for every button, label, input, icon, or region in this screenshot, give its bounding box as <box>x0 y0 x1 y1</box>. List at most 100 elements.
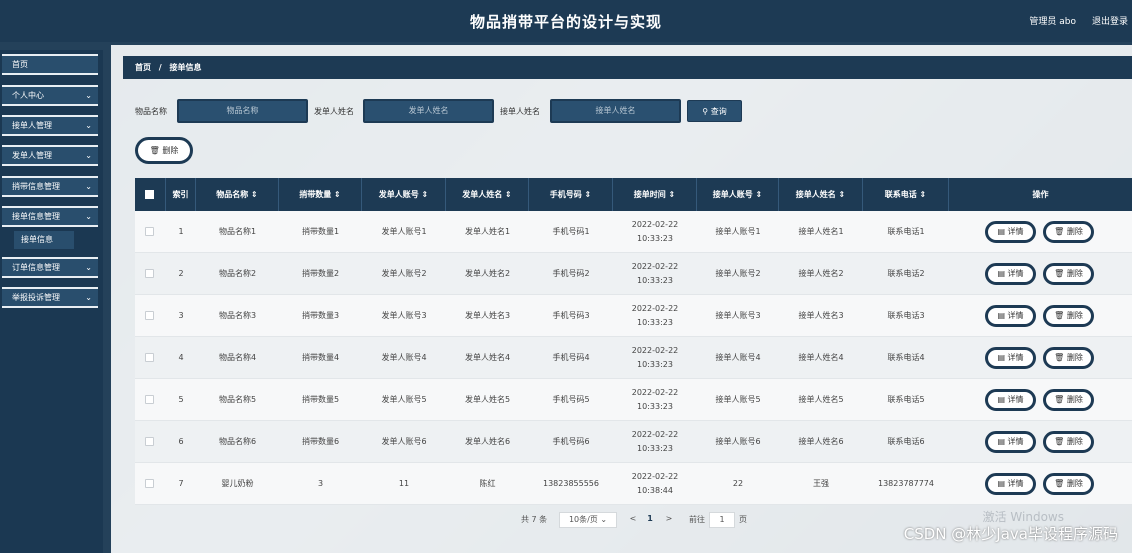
page-size-select[interactable]: 10条/页 ⌄ <box>559 512 617 528</box>
cell-sender-name: 发单人姓名2 <box>464 269 511 278</box>
table-row: 7 婴儿奶粉 3 11 陈红 13823855556 2022-02-22 10:38:44… <box>135 463 1132 505</box>
detail-button[interactable]: ▤ 详情 <box>985 473 1036 495</box>
search-label-sender-name: 发单人姓名 <box>314 107 354 116</box>
chevron-down-icon: ⌄ <box>85 121 92 130</box>
sidebar-item-home[interactable]: 首页 <box>2 54 98 75</box>
row-delete-label: 删除 <box>1066 227 1083 236</box>
cell-phone: 手机号码2 <box>552 269 590 278</box>
header-sender-name[interactable]: 发单人姓名 ⇕ <box>446 178 529 211</box>
header-actions: 操作 <box>1032 190 1049 199</box>
cell-quantity: 捎带数量6 <box>301 437 340 446</box>
header-accept-time[interactable]: 接单时间 ⇕ <box>613 178 697 211</box>
sidebar-subitem-order-accept-info[interactable]: 接单信息 <box>14 231 74 249</box>
cell-receiver-account: 接单人账号5 <box>715 395 761 404</box>
row-delete-button[interactable]: 🗑 删除 <box>1043 431 1094 453</box>
cell-contact-phone: 联系电话4 <box>887 353 925 362</box>
trash-icon: 🗑 <box>1054 269 1067 278</box>
trash-icon: 🗑 <box>1054 437 1067 446</box>
document-icon: ▤ <box>997 269 1008 278</box>
header-select-all[interactable] <box>135 178 166 211</box>
row-checkbox[interactable] <box>145 269 154 278</box>
breadcrumb-home[interactable]: 首页 <box>135 63 151 72</box>
document-icon: ▤ <box>997 479 1008 488</box>
header-sender-account[interactable]: 发单人账号 ⇕ <box>362 178 446 211</box>
cell-sender-account: 发单人账号5 <box>381 395 427 404</box>
cell-receiver-name: 接单人姓名4 <box>798 353 844 362</box>
search-icon: ⚲ <box>702 107 711 116</box>
row-delete-button[interactable]: 🗑 删除 <box>1043 305 1094 327</box>
sidebar-item-carry-info-mgmt[interactable]: 捎带信息管理 ⌄ <box>2 176 98 197</box>
cell-sender-name: 发单人姓名5 <box>464 395 511 404</box>
cell-index: 6 <box>178 437 184 446</box>
search-input-receiver-name[interactable]: 接单人姓名 <box>550 99 681 123</box>
current-page[interactable]: 1 <box>642 512 658 528</box>
row-delete-button[interactable]: 🗑 删除 <box>1043 263 1094 285</box>
breadcrumb-current: 接单信息 <box>169 63 202 72</box>
row-checkbox[interactable] <box>145 353 154 362</box>
row-delete-label: 删除 <box>1066 437 1083 446</box>
search-button[interactable]: ⚲ 查询 <box>687 100 742 122</box>
detail-button[interactable]: ▤ 详情 <box>985 431 1036 453</box>
row-checkbox[interactable] <box>145 311 154 320</box>
row-checkbox[interactable] <box>145 479 154 488</box>
cell-phone: 手机号码6 <box>552 437 590 446</box>
detail-button[interactable]: ▤ 详情 <box>985 305 1036 327</box>
sidebar-item-order-info-mgmt[interactable]: 订单信息管理 ⌄ <box>2 257 98 278</box>
detail-button-label: 详情 <box>1007 437 1024 446</box>
sidebar-item-label: 举报投诉管理 <box>12 293 60 302</box>
app-title: 物品捎带平台的设计与实现 <box>469 13 662 31</box>
csdn-watermark: CSDN @林少Java毕设程序源码 <box>903 525 1118 543</box>
detail-button[interactable]: ▤ 详情 <box>985 389 1036 411</box>
row-checkbox[interactable] <box>145 437 154 446</box>
row-delete-label: 删除 <box>1066 353 1083 362</box>
table-row: 5 物品名称5 捎带数量5 发单人账号5 发单人姓名5 手机号码5 2022-02-22 1… <box>135 379 1132 421</box>
detail-button[interactable]: ▤ 详情 <box>985 221 1036 243</box>
row-checkbox[interactable] <box>145 227 154 236</box>
row-delete-button[interactable]: 🗑 删除 <box>1043 389 1094 411</box>
chevron-down-icon: ⌄ <box>85 293 92 302</box>
detail-button[interactable]: ▤ 详情 <box>985 263 1036 285</box>
row-delete-button[interactable]: 🗑 删除 <box>1043 347 1094 369</box>
search-input-item-name[interactable]: 物品名称 <box>177 99 308 123</box>
cell-sender-account: 发单人账号4 <box>381 353 427 362</box>
detail-button[interactable]: ▤ 详情 <box>985 347 1036 369</box>
sidebar-item-order-accept-mgmt[interactable]: 接单信息管理 ⌄ <box>2 206 98 227</box>
cell-receiver-name: 接单人姓名3 <box>798 311 844 320</box>
detail-button-label: 详情 <box>1007 227 1024 236</box>
bulk-delete-button[interactable]: 🗑 删除 <box>135 137 193 164</box>
cell-sender-name: 发单人姓名1 <box>464 227 511 236</box>
bulk-delete-label: 删除 <box>162 146 179 155</box>
header-contact-phone[interactable]: 联系电话 ⇕ <box>863 178 949 211</box>
cell-item-name: 物品名称3 <box>218 311 257 320</box>
cell-index: 2 <box>178 269 184 278</box>
cell-item-name: 物品名称5 <box>218 395 257 404</box>
cell-accept-time: 2022-02-22 10:33:23 <box>631 220 679 243</box>
cell-contact-phone: 联系电话5 <box>887 395 925 404</box>
cell-item-name: 物品名称2 <box>218 269 257 278</box>
cell-receiver-account: 22 <box>732 479 744 488</box>
sidebar-item-sender-mgmt[interactable]: 发单人管理 ⌄ <box>2 145 98 166</box>
document-icon: ▤ <box>997 437 1008 446</box>
cell-index: 7 <box>178 479 184 488</box>
cell-index: 4 <box>178 353 184 362</box>
next-page-button[interactable]: > <box>662 512 676 528</box>
cell-quantity: 捎带数量4 <box>301 353 340 362</box>
sidebar-item-profile[interactable]: 个人中心 ⌄ <box>2 85 98 106</box>
header-item-name[interactable]: 物品名称 ⇕ <box>196 178 279 211</box>
select-all-checkbox[interactable] <box>145 190 154 199</box>
goto-page-input[interactable]: 1 <box>709 512 735 528</box>
sidebar-item-complaint-mgmt[interactable]: 举报投诉管理 ⌄ <box>2 287 98 308</box>
row-delete-button[interactable]: 🗑 删除 <box>1043 221 1094 243</box>
sidebar-item-receiver-mgmt[interactable]: 接单人管理 ⌄ <box>2 115 98 136</box>
search-input-sender-name[interactable]: 发单人姓名 <box>363 99 494 123</box>
logout-link[interactable]: 退出登录 <box>1092 14 1128 27</box>
header-receiver-name[interactable]: 接单人姓名 ⇕ <box>779 178 863 211</box>
header-quantity[interactable]: 捎带数量 ⇕ <box>279 178 362 211</box>
row-delete-label: 删除 <box>1066 395 1083 404</box>
chevron-down-icon: ⌄ <box>85 151 92 160</box>
header-phone[interactable]: 手机号码 ⇕ <box>529 178 613 211</box>
row-checkbox[interactable] <box>145 395 154 404</box>
row-delete-button[interactable]: 🗑 删除 <box>1043 473 1094 495</box>
prev-page-button[interactable]: < <box>626 512 640 528</box>
header-receiver-account[interactable]: 接单人账号 ⇕ <box>697 178 779 211</box>
